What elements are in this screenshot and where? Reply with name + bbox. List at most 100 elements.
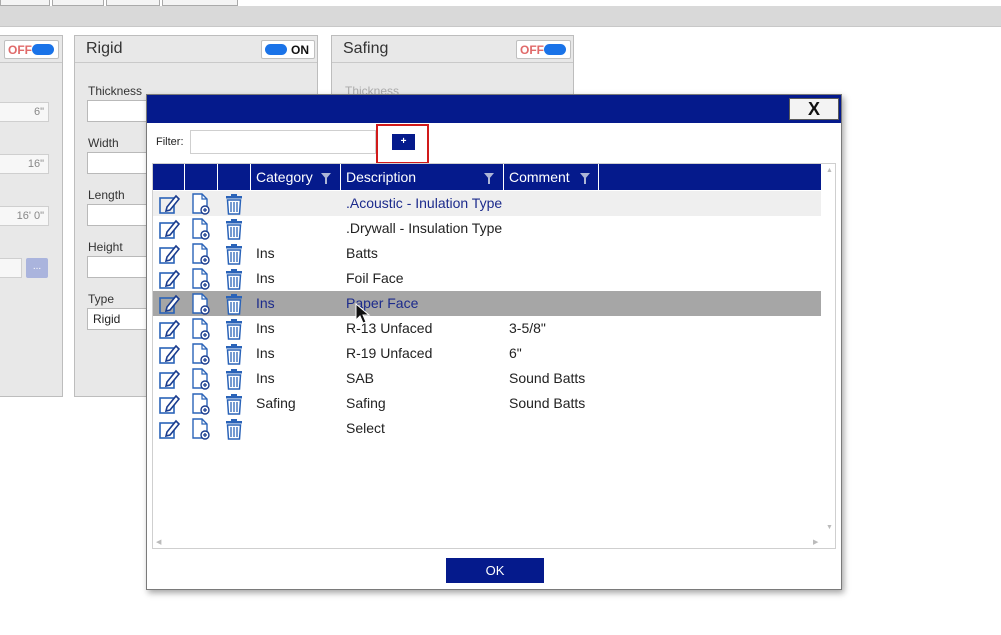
edit-icon[interactable] <box>158 293 181 315</box>
header-label: Category <box>256 169 313 185</box>
trash-icon[interactable] <box>223 318 245 340</box>
edit-icon[interactable] <box>158 193 181 215</box>
description-cell: R-19 Unfaced <box>346 345 433 361</box>
description-cell: .Acoustic - Inulation Type <box>346 195 503 211</box>
table-row[interactable]: Ins Foil Face <box>153 266 821 291</box>
edit-icon[interactable] <box>158 318 181 340</box>
description-cell: Safing <box>346 395 386 411</box>
header-label: Comment <box>509 169 570 185</box>
edit-icon[interactable] <box>158 393 181 415</box>
table-row[interactable]: Select <box>153 416 821 441</box>
left-panel: OFF 6" 16" 16' 0" ... <box>0 35 63 397</box>
left-panel-toggle[interactable]: OFF <box>4 40 59 59</box>
toggle-knob <box>32 44 54 55</box>
table-row[interactable]: Ins Paper Face <box>153 291 821 316</box>
category-cell: Ins <box>256 370 275 386</box>
table-row[interactable]: Ins Batts <box>153 241 821 266</box>
add-button[interactable]: + <box>392 134 415 150</box>
filter-funnel-icon[interactable] <box>321 173 331 184</box>
scroll-up-arrow[interactable]: ▲ <box>826 167 833 174</box>
panel-title: Safing <box>343 40 389 57</box>
filter-funnel-icon[interactable] <box>580 173 590 184</box>
toolbar-strip <box>0 6 1001 27</box>
header-comment[interactable]: Comment <box>504 164 599 190</box>
copy-document-icon[interactable] <box>190 318 212 340</box>
toggle-text: OFF <box>520 43 544 57</box>
description-cell: Foil Face <box>346 270 404 286</box>
header-category[interactable]: Category <box>251 164 341 190</box>
safing-toggle[interactable]: OFF <box>516 40 571 59</box>
copy-document-icon[interactable] <box>190 343 212 365</box>
table-row[interactable]: Safing Safing Sound Batts <box>153 391 821 416</box>
edit-icon[interactable] <box>158 368 181 390</box>
category-cell: Ins <box>256 245 275 261</box>
height-label: Height <box>88 240 123 254</box>
copy-document-icon[interactable] <box>190 218 212 240</box>
dialog-title-bar: X <box>147 95 841 123</box>
trash-icon[interactable] <box>223 418 245 440</box>
rigid-toggle[interactable]: ON <box>261 40 315 59</box>
copy-document-icon[interactable] <box>190 418 212 440</box>
thickness-value[interactable]: 6" <box>0 102 49 122</box>
trash-icon[interactable] <box>223 268 245 290</box>
grid-header: Category Description Comment <box>153 164 821 190</box>
edit-icon[interactable] <box>158 218 181 240</box>
category-cell: Ins <box>256 295 275 311</box>
table-row[interactable]: Ins SAB Sound Batts <box>153 366 821 391</box>
table-row[interactable]: Ins R-13 Unfaced 3-5/8" <box>153 316 821 341</box>
copy-document-icon[interactable] <box>190 293 212 315</box>
browse-button[interactable]: ... <box>26 258 48 278</box>
table-row[interactable]: .Acoustic - Inulation Type <box>153 191 821 216</box>
table-row[interactable]: .Drywall - Insulation Type <box>153 216 821 241</box>
edit-icon[interactable] <box>158 343 181 365</box>
toggle-knob <box>544 44 566 55</box>
toggle-text: OFF <box>8 43 32 57</box>
width-value[interactable]: 16" <box>0 154 49 174</box>
trash-icon[interactable] <box>223 368 245 390</box>
trash-icon[interactable] <box>223 193 245 215</box>
mouse-cursor-icon <box>355 303 371 324</box>
comment-cell: Sound Batts <box>509 370 586 386</box>
height-value[interactable] <box>0 258 22 278</box>
trash-icon[interactable] <box>223 243 245 265</box>
data-grid: Category Description Comment .Acoustic -… <box>152 163 836 549</box>
edit-icon[interactable] <box>158 268 181 290</box>
length-label: Length <box>88 188 125 202</box>
scroll-left-arrow[interactable]: ◀ <box>156 538 161 546</box>
header-copy-column <box>185 164 218 190</box>
thickness-label: Thickness <box>88 84 143 98</box>
category-cell: Ins <box>256 320 275 336</box>
filter-label: Filter: <box>156 136 184 148</box>
table-row[interactable]: Ins R-19 Unfaced 6" <box>153 341 821 366</box>
lookup-dialog: X Filter: + Category Description Comment… <box>146 94 842 590</box>
header-description[interactable]: Description <box>341 164 504 190</box>
ok-button[interactable]: OK <box>446 558 544 583</box>
filter-input[interactable] <box>190 130 376 154</box>
filter-funnel-icon[interactable] <box>484 173 494 184</box>
copy-document-icon[interactable] <box>190 243 212 265</box>
header-delete-column <box>218 164 251 190</box>
category-cell: Ins <box>256 270 275 286</box>
trash-icon[interactable] <box>223 218 245 240</box>
comment-cell: Sound Batts <box>509 395 586 411</box>
close-button[interactable]: X <box>789 98 839 120</box>
comment-cell: 3-5/8" <box>509 320 546 336</box>
type-label: Type <box>88 292 115 306</box>
edit-icon[interactable] <box>158 243 181 265</box>
edit-icon[interactable] <box>158 418 181 440</box>
copy-document-icon[interactable] <box>190 268 212 290</box>
length-value[interactable]: 16' 0" <box>0 206 49 226</box>
scroll-down-arrow[interactable]: ▼ <box>826 524 833 531</box>
copy-document-icon[interactable] <box>190 368 212 390</box>
trash-icon[interactable] <box>223 343 245 365</box>
category-cell: Ins <box>256 345 275 361</box>
copy-document-icon[interactable] <box>190 393 212 415</box>
panel-title: Rigid <box>86 40 123 57</box>
toggle-knob <box>265 44 287 55</box>
trash-icon[interactable] <box>223 293 245 315</box>
scroll-right-arrow[interactable]: ▶ <box>813 538 818 546</box>
description-cell: Select <box>346 420 385 436</box>
trash-icon[interactable] <box>223 393 245 415</box>
toggle-text: ON <box>291 43 309 57</box>
copy-document-icon[interactable] <box>190 193 212 215</box>
